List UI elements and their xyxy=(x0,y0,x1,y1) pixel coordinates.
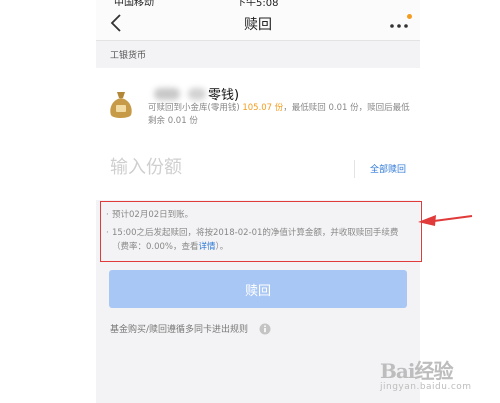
info-icon[interactable] xyxy=(259,323,271,335)
redeem-all-link[interactable]: 全部赎回 xyxy=(370,162,406,175)
fund-name: 零钱) xyxy=(208,88,240,103)
page-title: 赎回 xyxy=(244,17,272,33)
annotation-arrow-icon xyxy=(418,215,473,226)
notification-dot xyxy=(407,14,412,19)
nav-bar: 赎回 xyxy=(96,6,420,41)
share-amount-input[interactable] xyxy=(110,152,330,182)
watermark-url: jingyan.baidu.com xyxy=(380,382,472,392)
divider xyxy=(354,160,355,178)
baidu-watermark: Bai经验 jingyan.baidu.com xyxy=(380,355,472,392)
blurred-name-part xyxy=(154,88,180,100)
rules-text: 基金购买/赎回遵循多同卡进出规则 xyxy=(110,325,249,335)
annotation-highlight-box xyxy=(100,201,422,262)
more-icon[interactable] xyxy=(390,24,408,28)
fund-card: 零钱) 可赎回到小金库(零用钱) 105.07 份，最低赎回 0.01 份，赎回… xyxy=(96,68,420,200)
fund-description: 可赎回到小金库(零用钱) 105.07 份，最低赎回 0.01 份，赎回后最低剩… xyxy=(148,102,410,128)
blurred-name-part xyxy=(188,88,206,100)
desc-prefix: 可赎回到小金库(零用钱) xyxy=(148,103,243,113)
redeemable-shares: 105.07 份 xyxy=(242,103,284,113)
watermark-logo-text: Bai经验 xyxy=(380,359,453,383)
money-bag-icon xyxy=(110,92,132,118)
redeem-button[interactable]: 赎回 xyxy=(109,270,407,308)
amount-row: 全部赎回 xyxy=(96,146,420,192)
rules-row: 基金购买/赎回遵循多同卡进出规则 xyxy=(110,318,271,337)
fund-section-label: 工银货币 xyxy=(110,51,147,61)
